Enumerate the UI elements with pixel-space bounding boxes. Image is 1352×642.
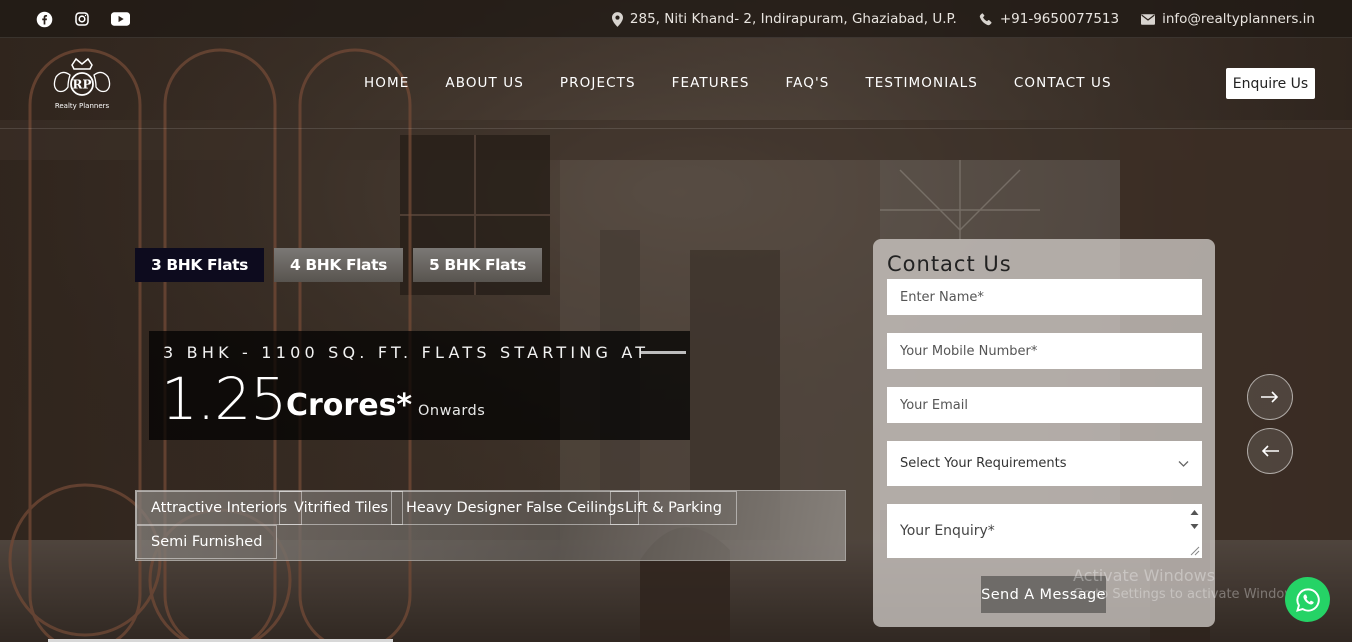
logo-name: Realty Planners bbox=[55, 102, 110, 110]
whatsapp-icon bbox=[1295, 587, 1320, 612]
tab-3-bhk[interactable]: 3 BHK Flats bbox=[135, 248, 264, 282]
map-pin-icon bbox=[611, 11, 623, 27]
slider-next-button[interactable] bbox=[1247, 374, 1293, 420]
feature-chip: Heavy Designer False Ceilings bbox=[391, 491, 640, 525]
feature-chip: Vitrified Tiles bbox=[279, 491, 404, 525]
feature-chip: Lift & Parking bbox=[610, 491, 737, 525]
main-navbar: RP Realty Planners HOME ABOUT US PROJECT… bbox=[0, 39, 1352, 129]
nav-projects[interactable]: PROJECTS bbox=[542, 75, 654, 91]
instagram-icon[interactable] bbox=[72, 9, 92, 29]
mobile-field[interactable]: Your Mobile Number* bbox=[887, 333, 1202, 369]
requirements-select-value: Select Your Requirements bbox=[900, 456, 1067, 471]
arrow-left-icon bbox=[1261, 445, 1279, 457]
slider-prev-button[interactable] bbox=[1247, 428, 1293, 474]
arrow-right-icon bbox=[1261, 391, 1279, 403]
enquiry-placeholder: Your Enquiry* bbox=[900, 523, 995, 539]
envelope-icon bbox=[1141, 13, 1156, 25]
requirements-select[interactable]: Select Your Requirements bbox=[887, 441, 1202, 486]
headline-subtitle: 3 BHK - 1100 SQ. FT. FLATS STARTING AT bbox=[163, 343, 650, 362]
phone-info[interactable]: +91-9650077513 bbox=[979, 11, 1119, 27]
realty-planners-logo[interactable]: RP Realty Planners bbox=[46, 55, 118, 113]
price-unit: Crores* bbox=[286, 388, 413, 423]
nav-features[interactable]: FEATURES bbox=[654, 75, 768, 91]
top-bar: 285, Niti Khand- 2, Indirapuram, Ghaziab… bbox=[0, 0, 1352, 38]
tab-5-bhk[interactable]: 5 BHK Flats bbox=[412, 248, 542, 282]
facebook-icon[interactable] bbox=[34, 9, 54, 29]
phone-text: +91-9650077513 bbox=[999, 11, 1120, 27]
feature-chip: Semi Furnished bbox=[136, 525, 278, 559]
send-message-button[interactable]: Send A Message bbox=[981, 576, 1106, 613]
address-text: 285, Niti Khand- 2, Indirapuram, Ghaziab… bbox=[629, 11, 957, 27]
logo-monogram: RP bbox=[73, 78, 92, 92]
nav-contact-us[interactable]: CONTACT US bbox=[996, 75, 1130, 91]
price-suffix: Onwards bbox=[418, 403, 486, 419]
features-list: Attractive Interiors Vitrified Tiles Hea… bbox=[135, 490, 846, 561]
contact-form: Contact Us Enter Name* Your Mobile Numbe… bbox=[873, 239, 1215, 627]
enquire-us-button[interactable]: Enquire Us bbox=[1226, 68, 1315, 99]
youtube-icon[interactable] bbox=[110, 9, 130, 29]
enquiry-textarea[interactable]: Your Enquiry* bbox=[887, 504, 1202, 558]
nav-links: HOME ABOUT US PROJECTS FEATURES FAQ'S TE… bbox=[346, 39, 1130, 127]
nav-about-us[interactable]: ABOUT US bbox=[427, 75, 542, 91]
price-value: 1.25 bbox=[161, 365, 287, 433]
address-info: 285, Niti Khand- 2, Indirapuram, Ghaziab… bbox=[611, 11, 957, 27]
flat-type-tabs: 3 BHK Flats 4 BHK Flats 5 BHK Flats bbox=[135, 248, 542, 282]
textarea-scrollbar[interactable] bbox=[1189, 507, 1200, 557]
chevron-down-icon bbox=[1178, 460, 1189, 467]
price-headline-panel: 3 BHK - 1100 SQ. FT. FLATS STARTING AT 1… bbox=[149, 331, 690, 440]
feature-chip: Attractive Interiors bbox=[136, 491, 303, 525]
nav-faqs[interactable]: FAQ'S bbox=[768, 75, 848, 91]
email-text: info@realtyplanners.in bbox=[1162, 11, 1315, 27]
name-field[interactable]: Enter Name* bbox=[887, 279, 1202, 315]
headline-divider bbox=[641, 351, 686, 354]
phone-icon bbox=[979, 13, 992, 26]
nav-testimonials[interactable]: TESTIMONIALS bbox=[847, 75, 995, 91]
nav-home[interactable]: HOME bbox=[346, 75, 427, 91]
whatsapp-chat-button[interactable] bbox=[1285, 577, 1330, 622]
email-info[interactable]: info@realtyplanners.in bbox=[1141, 11, 1315, 27]
form-title: Contact Us bbox=[887, 252, 1012, 276]
tab-4-bhk[interactable]: 4 BHK Flats bbox=[273, 248, 403, 282]
email-field[interactable]: Your Email bbox=[887, 387, 1202, 423]
